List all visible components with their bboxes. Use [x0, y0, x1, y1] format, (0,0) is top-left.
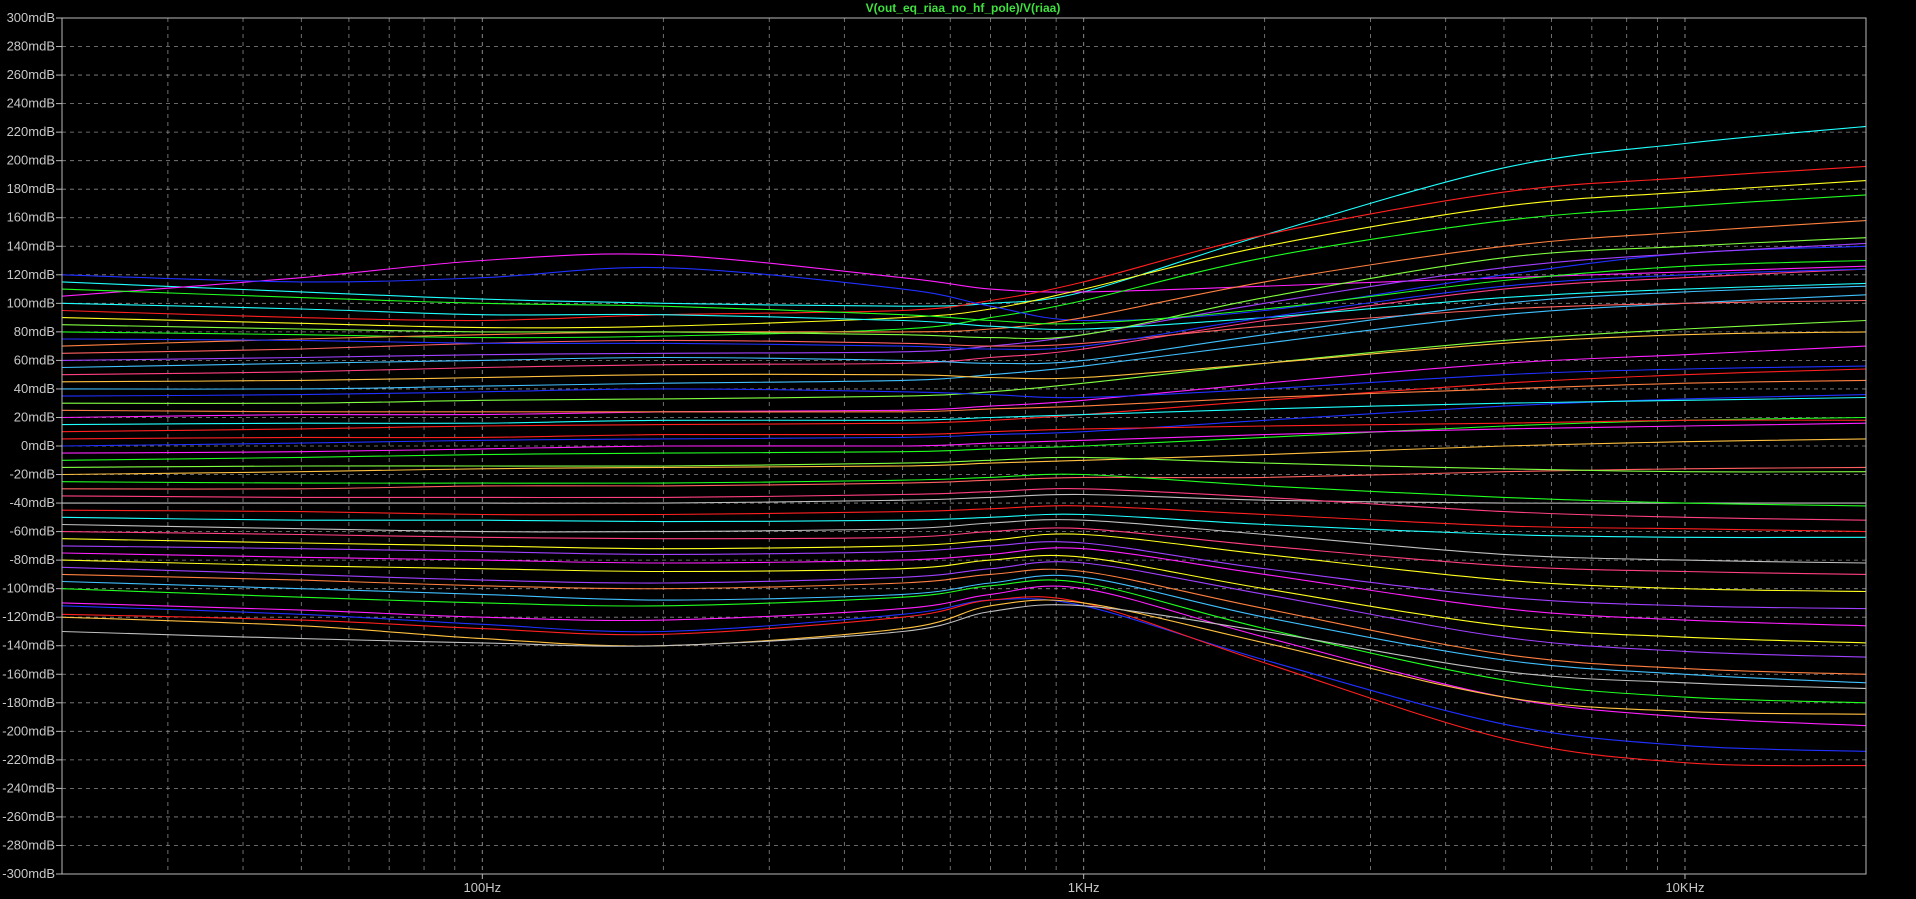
y-tick-label: 160mdB: [7, 210, 55, 225]
y-tick-label: -300mdB: [2, 866, 55, 881]
y-tick-label: -240mdB: [2, 780, 55, 795]
y-tick-label: -260mdB: [2, 809, 55, 824]
series-line[interactable]: [62, 242, 1866, 361]
y-tick-label: -20mdB: [9, 467, 55, 482]
series-line[interactable]: [62, 194, 1866, 339]
series-line[interactable]: [62, 394, 1866, 447]
series-line[interactable]: [62, 165, 1866, 322]
series-line[interactable]: [62, 488, 1866, 521]
trace-expression-title[interactable]: V(out_eq_riaa_no_hf_pole)/V(riaa): [866, 1, 1061, 15]
y-tick-label: 120mdB: [7, 267, 55, 282]
y-tick-label: 220mdB: [7, 124, 55, 139]
series-line[interactable]: [62, 473, 1866, 507]
waveform-plot[interactable]: 300mdB 280mdB 260mdB 240mdB 220mdB 200mdB 180m…: [0, 0, 1916, 899]
y-tick-label: -140mdB: [2, 638, 55, 653]
y-tick-label: 260mdB: [7, 67, 55, 82]
x-axis-labels: 100Hz 1KHz 10KHz: [464, 874, 1704, 895]
y-tick-label: 80mdB: [14, 324, 55, 339]
x-tick-label: 10KHz: [1665, 880, 1704, 895]
series-line[interactable]: [62, 596, 1866, 767]
y-tick-label: 20mdB: [14, 409, 55, 424]
y-tick-label: 60mdB: [14, 352, 55, 367]
x-tick-label: 100Hz: [464, 880, 502, 895]
series-line[interactable]: [62, 253, 1866, 297]
y-tick-label: 40mdB: [14, 381, 55, 396]
series-line[interactable]: [62, 527, 1866, 575]
y-tick-label: 300mdB: [7, 10, 55, 25]
y-tick-label: -220mdB: [2, 752, 55, 767]
y-tick-label: 140mdB: [7, 238, 55, 253]
series-line[interactable]: [62, 416, 1866, 461]
series-line[interactable]: [62, 574, 1866, 684]
series-line[interactable]: [62, 561, 1866, 658]
series-line[interactable]: [62, 220, 1866, 347]
series-line[interactable]: [62, 294, 1866, 390]
y-tick-label: -100mdB: [2, 581, 55, 596]
y-axis-labels: 300mdB 280mdB 260mdB 240mdB 220mdB 200mdB 180m…: [2, 10, 62, 881]
y-tick-label: -200mdB: [2, 723, 55, 738]
series-line[interactable]: [62, 585, 1866, 727]
grid: [62, 18, 1866, 874]
series-line[interactable]: [62, 237, 1866, 340]
y-tick-label: 280mdB: [7, 39, 55, 54]
y-tick-label: -180mdB: [2, 695, 55, 710]
y-tick-label: 100mdB: [7, 295, 55, 310]
y-tick-label: 200mdB: [7, 153, 55, 168]
series-line[interactable]: [62, 319, 1866, 404]
y-tick-label: -160mdB: [2, 666, 55, 681]
series-line[interactable]: [62, 579, 1866, 704]
y-tick-label: 240mdB: [7, 96, 55, 111]
series-line[interactable]: [62, 493, 1866, 504]
y-tick-label: -40mdB: [9, 495, 55, 510]
y-tick-label: 180mdB: [7, 181, 55, 196]
y-tick-label: -60mdB: [9, 524, 55, 539]
trace-group: [62, 125, 1866, 767]
y-tick-label: -280mdB: [2, 837, 55, 852]
y-tick-label: -80mdB: [9, 552, 55, 567]
plot-window: 300mdB 280mdB 260mdB 240mdB 220mdB 200mdB 180m…: [0, 0, 1916, 899]
series-line[interactable]: [62, 396, 1866, 426]
plot-frame: [61, 17, 1867, 875]
series-line[interactable]: [62, 422, 1866, 454]
x-tick-label: 1KHz: [1068, 880, 1100, 895]
series-line[interactable]: [62, 599, 1866, 715]
y-tick-label: 0mdB: [21, 438, 55, 453]
series-line[interactable]: [62, 379, 1866, 413]
y-tick-label: -120mdB: [2, 609, 55, 624]
